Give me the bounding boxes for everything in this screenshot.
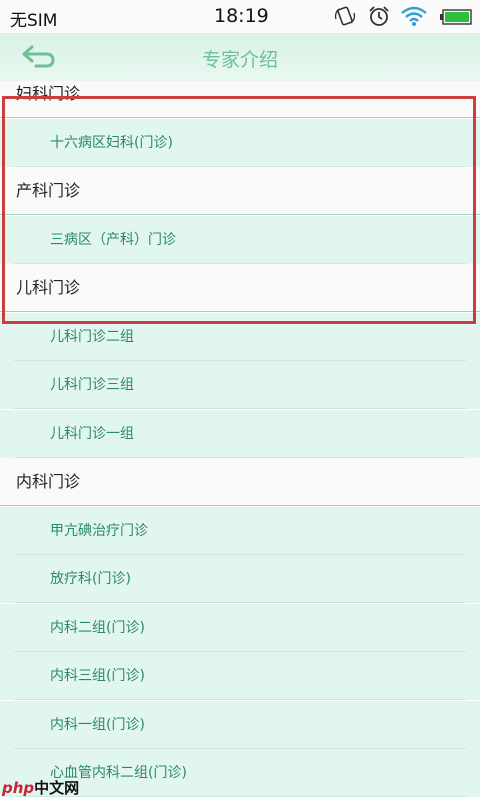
watermark-php: php xyxy=(2,779,35,797)
department-item[interactable]: 内科三组(门诊) xyxy=(0,652,480,700)
watermark: php中文网 xyxy=(2,777,79,798)
category-label: 儿科门诊 xyxy=(16,278,81,297)
battery-icon xyxy=(440,9,472,25)
sim-status: 无SIM xyxy=(10,11,58,31)
row-divider xyxy=(14,796,466,797)
department-item[interactable]: 内科二组(门诊) xyxy=(0,603,480,652)
department-label: 内科一组(门诊) xyxy=(50,716,145,733)
department-item[interactable]: 甲亢碘治疗门诊 xyxy=(0,506,480,555)
department-label: 三病区（产科）门诊 xyxy=(50,231,176,248)
department-list[interactable]: 妇科门诊十六病区妇科(门诊) 产科门诊三病区（产科）门诊儿科门诊儿科门诊二组 儿科门… xyxy=(0,81,480,800)
status-bar: 无SIM 18:19 xyxy=(0,0,480,33)
department-label: 内科三组(门诊) xyxy=(50,668,145,684)
screen: 无SIM 18:19 专家介绍 妇科门诊 十六病区妇科(门诊) 产科门诊 三病区… xyxy=(0,0,480,800)
department-item[interactable]: 十六病区妇科(门诊) xyxy=(0,118,480,167)
page-title: 专家介绍 xyxy=(201,49,278,71)
department-label: 内科二组(门诊) xyxy=(50,619,145,636)
watermark-cn: 中文网 xyxy=(34,779,80,797)
header-bar: 专家介绍 xyxy=(0,33,480,81)
department-item[interactable]: 放疗科(门诊) xyxy=(0,555,480,603)
department-item[interactable]: 儿科门诊三组 xyxy=(0,361,480,409)
department-item[interactable]: 儿科门诊一组 xyxy=(0,409,480,458)
category-header[interactable]: 产科门诊 xyxy=(0,167,480,215)
clock: 18:19 xyxy=(214,5,269,27)
department-label: 儿科门诊一组 xyxy=(50,425,134,442)
category-label: 内科门诊 xyxy=(16,472,81,491)
department-item[interactable]: 三病区（产科）门诊 xyxy=(0,215,480,264)
category-label: 产科门诊 xyxy=(16,181,81,200)
department-label: 儿科门诊三组 xyxy=(50,377,134,393)
department-label: 甲亢碘治疗门诊 xyxy=(50,522,148,539)
wifi-icon xyxy=(401,6,427,26)
department-label: 儿科门诊二组 xyxy=(50,328,134,345)
alarm-icon xyxy=(369,6,389,26)
department-label: 放疗科(门诊) xyxy=(50,571,131,587)
category-header[interactable]: 儿科门诊 xyxy=(0,264,480,312)
category-header[interactable]: 内科门诊 xyxy=(0,458,480,506)
category-header[interactable]: 妇科门诊 xyxy=(0,81,480,118)
rotate-icon xyxy=(334,6,356,26)
category-label: 妇科门诊 xyxy=(16,84,81,103)
department-item[interactable]: 内科一组(门诊) xyxy=(0,700,480,749)
department-item[interactable]: 儿科门诊二组 xyxy=(0,312,480,361)
department-label: 十六病区妇科(门诊) xyxy=(50,134,173,151)
